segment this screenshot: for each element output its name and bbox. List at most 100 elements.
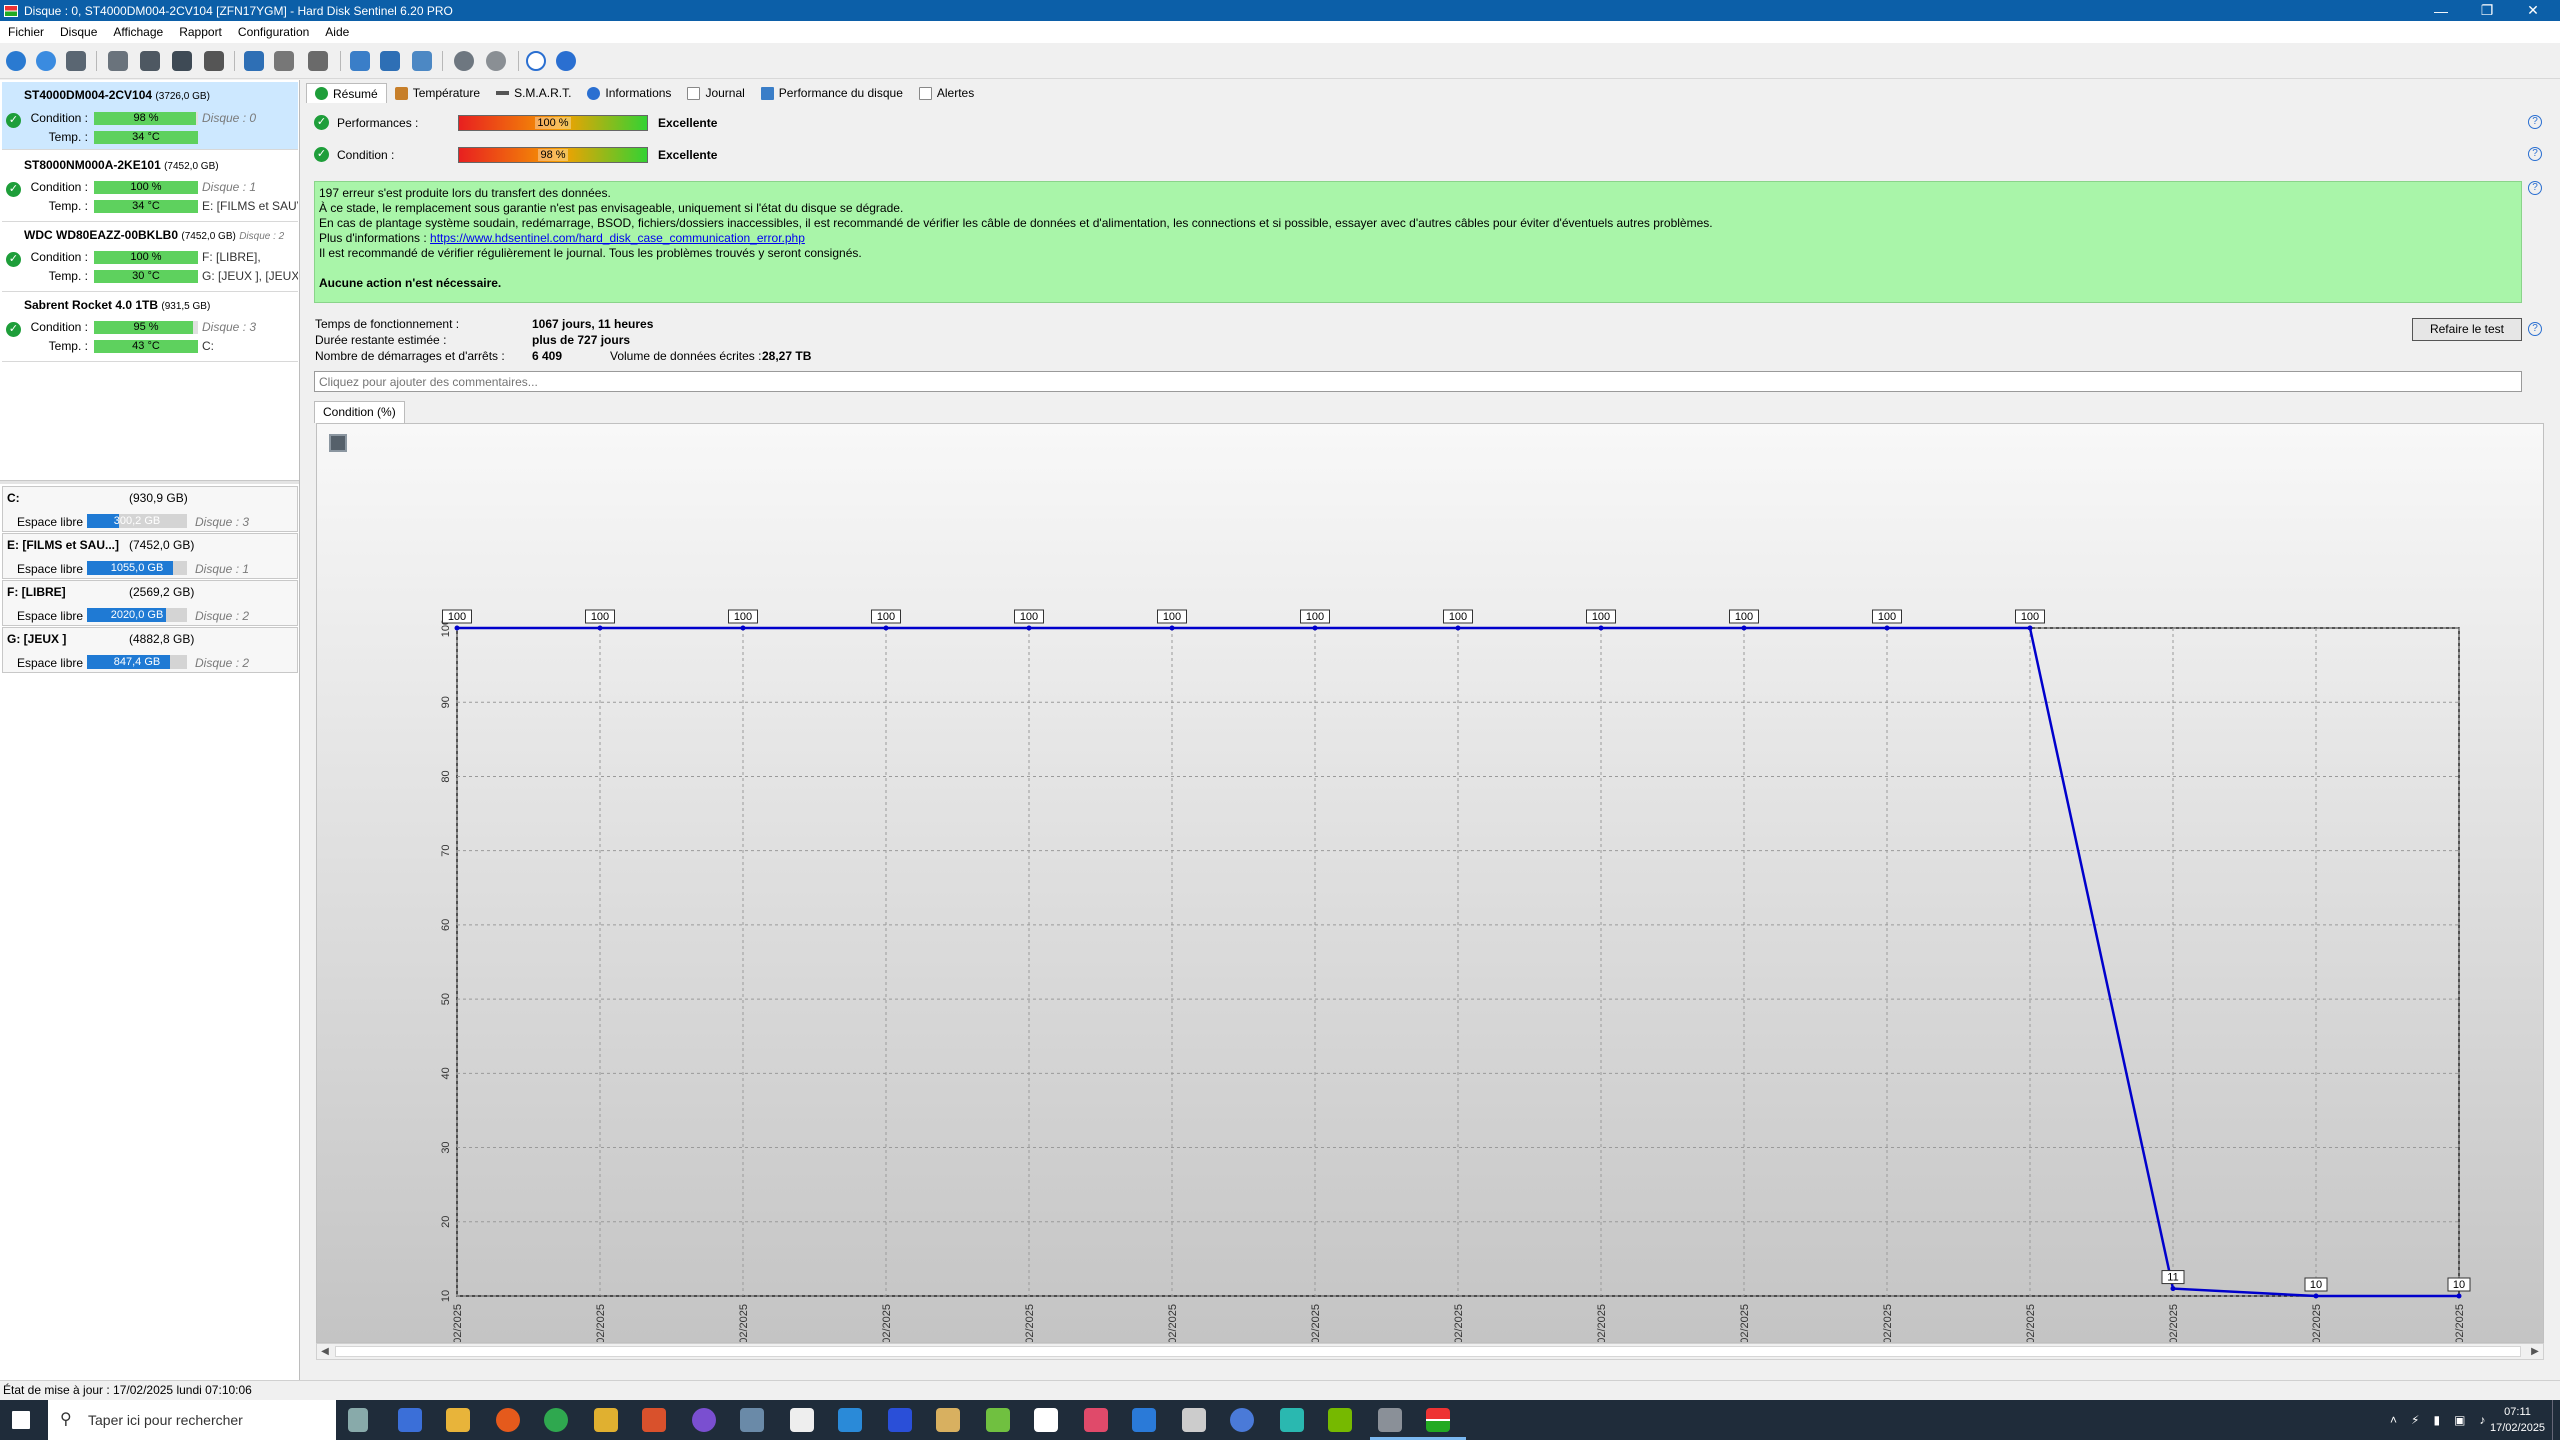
volume-entry-c[interactable]: C: (930,9 GB) Espace libre 300,2 GB Disq… <box>2 486 298 532</box>
scroll-left-icon[interactable]: ◀ <box>317 1344 333 1359</box>
condition-label: Condition : <box>30 180 88 194</box>
report-icon[interactable] <box>242 49 266 73</box>
disk-erase-icon[interactable] <box>202 49 226 73</box>
app-icon-11[interactable] <box>1034 1408 1058 1432</box>
retest-button[interactable]: Refaire le test <box>2412 318 2522 341</box>
summary-panel: ✓ Performances : 100 % Excellente ? ✓ Co… <box>306 103 2556 1380</box>
refresh-icon[interactable] <box>4 49 28 73</box>
message-line: Plus d'informations : <box>319 231 431 245</box>
scroll-thumb[interactable] <box>335 1346 2521 1357</box>
tab-smart[interactable]: S.M.A.R.T. <box>488 83 579 103</box>
app-icon-3[interactable] <box>642 1408 666 1432</box>
menu-aide[interactable]: Aide <box>317 25 357 39</box>
tools-icon[interactable] <box>272 49 296 73</box>
app-icon-16[interactable] <box>1280 1408 1304 1432</box>
restore-icon[interactable]: ❐ <box>2464 0 2510 21</box>
disk-test-icon[interactable] <box>138 49 162 73</box>
disk-entry-2[interactable]: WDC WD80EAZZ-00BKLB0 (7452,0 GB) Disque … <box>2 222 298 292</box>
help-icon[interactable]: ? <box>2528 147 2542 161</box>
tab-condition-chart[interactable]: Condition (%) <box>314 401 405 423</box>
app-icon-12[interactable] <box>1084 1408 1108 1432</box>
disk-entry-0[interactable]: ST4000DM004-2CV104 (3726,0 GB) ✓ Conditi… <box>2 82 298 150</box>
app-icon-15[interactable] <box>1230 1408 1254 1432</box>
app-icon-10[interactable] <box>986 1408 1010 1432</box>
app-icon-9[interactable] <box>936 1408 960 1432</box>
condition-label: Condition : <box>30 250 88 264</box>
menu-fichier[interactable]: Fichier <box>0 25 52 39</box>
disk-entry-1[interactable]: ST8000NM000A-2KE101 (7452,0 GB) ✓ Condit… <box>2 152 298 222</box>
menu-disque[interactable]: Disque <box>52 25 105 39</box>
hd-sentinel-taskbar-icon[interactable] <box>1426 1408 1450 1432</box>
help-icon[interactable]: ? <box>2528 115 2542 129</box>
disk-check-icon[interactable] <box>170 49 194 73</box>
info-icon[interactable] <box>554 49 578 73</box>
volume-entry-g[interactable]: G: [JEUX ] (4882,8 GB) Espace libre 847,… <box>2 627 298 673</box>
horizontal-scrollbar[interactable]: ◀ ▶ <box>316 1343 2544 1360</box>
menu-affichage[interactable]: Affichage <box>105 25 171 39</box>
app-icon-1[interactable] <box>398 1408 422 1432</box>
scroll-right-icon[interactable]: ▶ <box>2527 1344 2543 1359</box>
task-view-icon[interactable] <box>348 1408 368 1432</box>
app-icon-7[interactable] <box>838 1408 862 1432</box>
volume-entry-e[interactable]: E: [FILMS et SAU...] (7452,0 GB) Espace … <box>2 533 298 579</box>
app-icon-4[interactable] <box>692 1408 716 1432</box>
tab-performance[interactable]: Performance du disque <box>753 83 911 103</box>
firefox-icon[interactable] <box>496 1408 520 1432</box>
minimize-icon[interactable]: — <box>2418 0 2464 21</box>
app-icon-2[interactable] <box>594 1408 618 1432</box>
written-label: Volume de données écrites : <box>610 349 762 363</box>
tab-temperature[interactable]: Température <box>387 83 488 103</box>
power-icon[interactable]: ⚡ <box>2411 1413 2419 1427</box>
disk-tool-icon[interactable] <box>106 49 130 73</box>
refresh-all-icon[interactable] <box>34 49 58 73</box>
message-line: En cas de plantage système soudain, redé… <box>319 216 1713 230</box>
info-link[interactable]: https://www.hdsentinel.com/hard_disk_cas… <box>430 231 805 245</box>
settings-icon[interactable] <box>452 49 476 73</box>
print-icon[interactable] <box>306 49 330 73</box>
condition-chart: 10 20 30 40 50 60 70 80 90 100 03/02/2025 04/02/202… <box>440 609 2471 1342</box>
log-icon[interactable] <box>348 49 372 73</box>
chevron-up-icon[interactable]: ˄ <box>2390 1413 2397 1427</box>
nvidia-icon[interactable] <box>1328 1408 1352 1432</box>
condition-bar: 95 % <box>94 321 198 334</box>
app-icon-5[interactable] <box>740 1408 764 1432</box>
app-icon-17[interactable] <box>1378 1408 1402 1432</box>
volume-entry-f[interactable]: F: [LIBRE] (2569,2 GB) Espace libre 2020… <box>2 580 298 626</box>
condition-label: Condition : <box>337 147 395 162</box>
tab-journal[interactable]: Journal <box>679 83 752 103</box>
network-icon[interactable]: ▣ <box>2454 1413 2465 1427</box>
data-point <box>1598 625 1604 631</box>
app-icon-8[interactable] <box>888 1408 912 1432</box>
network-icon[interactable] <box>410 49 434 73</box>
windows-start-icon[interactable] <box>12 1411 30 1429</box>
tab-informations[interactable]: Informations <box>579 83 679 103</box>
menu-configuration[interactable]: Configuration <box>230 25 317 39</box>
data-label: 100 <box>1592 611 1610 623</box>
menu-rapport[interactable]: Rapport <box>171 25 230 39</box>
advanced-settings-icon[interactable] <box>484 49 508 73</box>
comment-input[interactable] <box>314 371 2522 392</box>
app-icon-13[interactable] <box>1132 1408 1156 1432</box>
tab-resume[interactable]: Résumé <box>306 83 387 103</box>
app-icon-14[interactable] <box>1182 1408 1206 1432</box>
tab-alertes[interactable]: Alertes <box>911 83 982 103</box>
performance-label: Performances : <box>337 115 419 130</box>
close-icon[interactable]: ✕ <box>2510 0 2556 21</box>
help-icon[interactable]: ? <box>2528 181 2542 195</box>
file-explorer-icon[interactable] <box>446 1408 470 1432</box>
chrome-icon[interactable] <box>544 1408 568 1432</box>
show-desktop[interactable] <box>2552 1400 2553 1440</box>
disk-list-icon[interactable] <box>64 49 88 73</box>
temp-bar: 34 °C <box>94 131 198 144</box>
battery-icon[interactable]: ▮ <box>2433 1413 2440 1427</box>
disk-entry-3[interactable]: Sabrent Rocket 4.0 1TB (931,5 GB) ✓ Cond… <box>2 292 298 362</box>
taskbar-search[interactable]: ⚲ Taper ici pour rechercher <box>48 1400 336 1440</box>
taskbar-clock[interactable]: 07:11 17/02/2025 <box>2490 1404 2545 1436</box>
free-space-bar: 847,4 GB <box>87 655 187 669</box>
help-icon[interactable]: ? <box>2528 322 2542 336</box>
help-icon[interactable] <box>524 49 548 73</box>
app-icon-6[interactable] <box>790 1408 814 1432</box>
email-icon[interactable] <box>378 49 402 73</box>
pane-splitter[interactable] <box>0 480 299 484</box>
volume-icon[interactable]: ♪ <box>2479 1413 2485 1427</box>
